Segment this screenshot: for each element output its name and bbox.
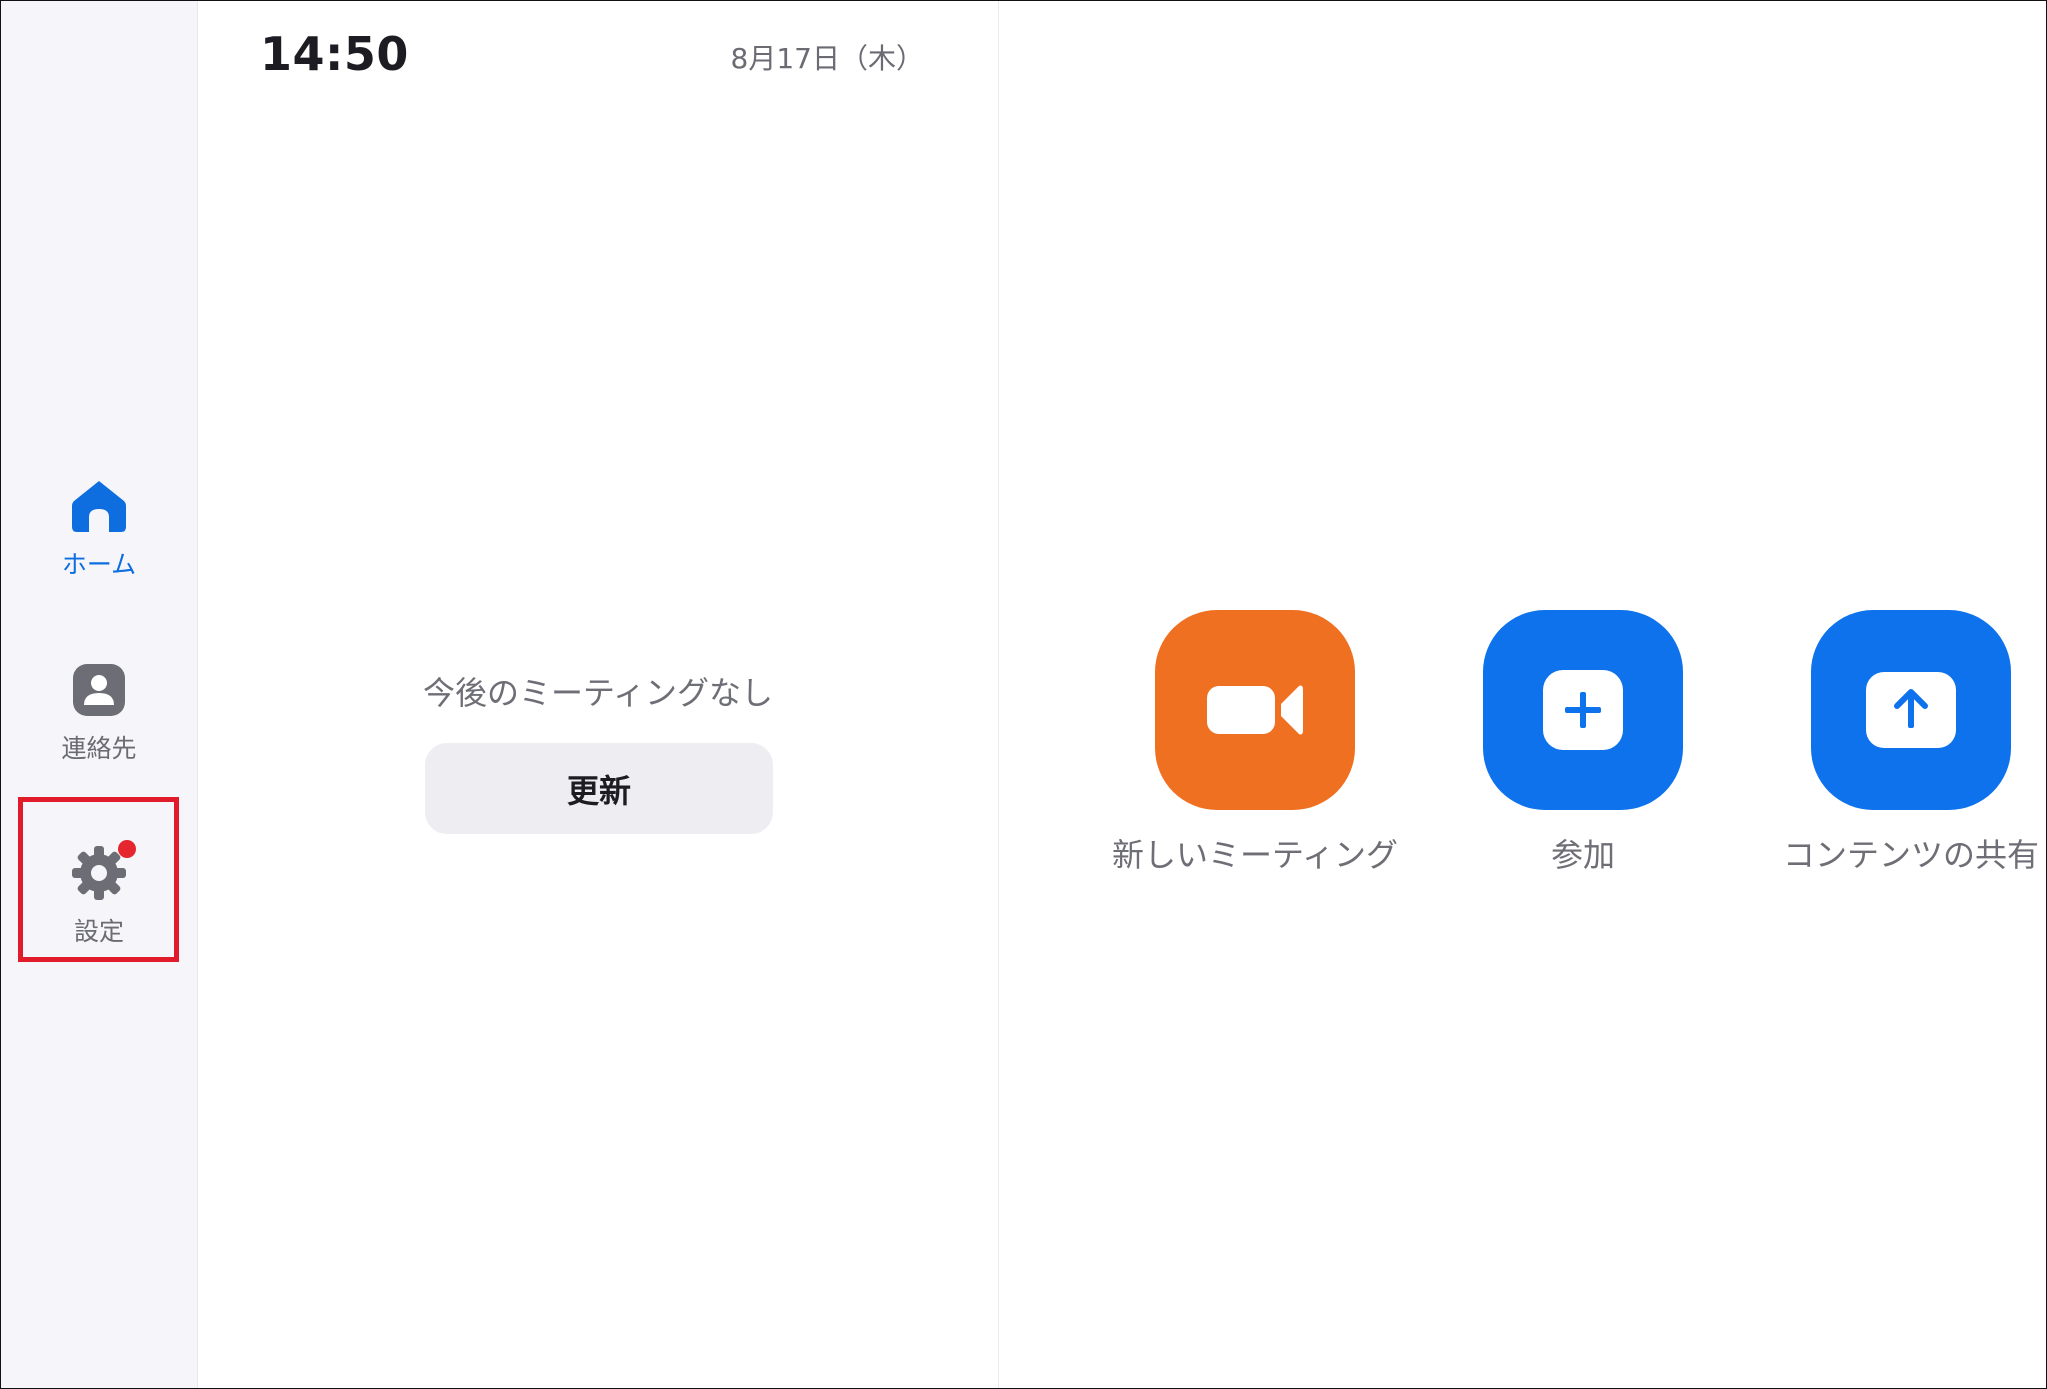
meetings-panel: 14:50 8月17日（木） 今後のミーティングなし 更新 bbox=[198, 1, 999, 1388]
video-camera-icon bbox=[1207, 685, 1303, 735]
sidebar-item-home[interactable]: ホーム bbox=[1, 477, 197, 581]
share-content-button[interactable] bbox=[1811, 610, 2011, 810]
plus-icon bbox=[1543, 670, 1623, 750]
sidebar-item-label: 連絡先 bbox=[61, 734, 137, 763]
current-date: 8月17日（木） bbox=[730, 42, 924, 75]
sidebar-item-contacts[interactable]: 連絡先 bbox=[1, 661, 197, 765]
settings-highlight-box bbox=[18, 797, 179, 962]
action-label: 新しいミーティング bbox=[1111, 836, 1399, 874]
refresh-button[interactable]: 更新 bbox=[425, 743, 773, 834]
join-action[interactable]: 参加 bbox=[1423, 610, 1743, 876]
new-meeting-button[interactable] bbox=[1155, 610, 1355, 810]
clock-time: 14:50 bbox=[260, 27, 409, 81]
action-label: コンテンツの共有 bbox=[1782, 836, 2039, 874]
share-content-action[interactable]: コンテンツの共有 bbox=[1751, 610, 2047, 876]
no-upcoming-meetings-text: 今後のミーティングなし bbox=[422, 674, 774, 712]
action-label: 参加 bbox=[1550, 836, 1615, 874]
contact-icon bbox=[70, 661, 128, 719]
action-panel: 新しいミーティング 参加 コンテンツの共有 bbox=[999, 1, 2046, 1388]
sidebar-item-label: ホーム bbox=[61, 550, 137, 579]
new-meeting-action[interactable]: 新しいミーティング bbox=[1095, 610, 1415, 876]
home-icon bbox=[70, 477, 128, 535]
join-button[interactable] bbox=[1483, 610, 1683, 810]
sidebar: ホーム 連絡先 設定 bbox=[1, 1, 198, 1388]
share-up-arrow-icon bbox=[1866, 672, 1956, 748]
